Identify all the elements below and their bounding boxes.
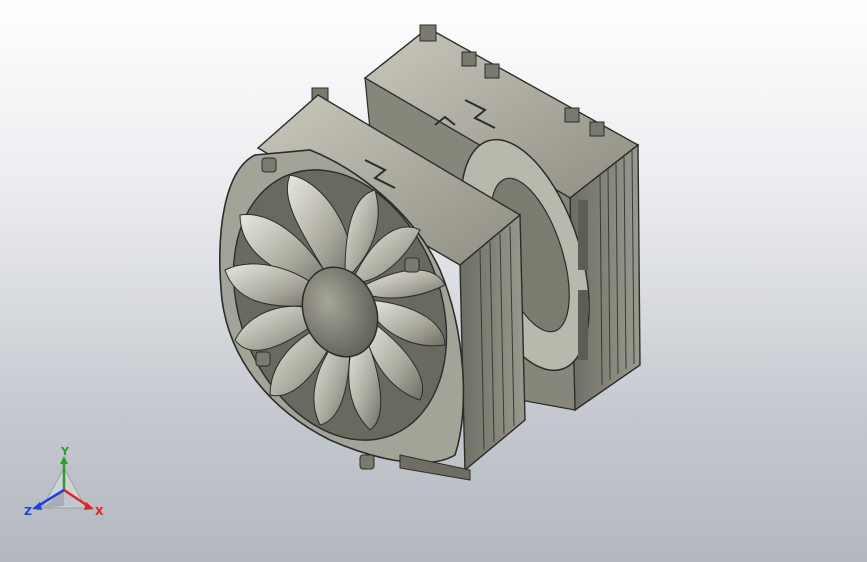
cpu-cooler-model-icon[interactable] [0,0,867,562]
z-axis-label: Z [24,505,32,518]
axis-triad-icon: Y X Z [24,446,104,518]
x-axis-label: X [95,505,104,518]
y-axis-label: Y [60,446,70,458]
graphics-viewport[interactable]: Y X Z [0,0,867,562]
